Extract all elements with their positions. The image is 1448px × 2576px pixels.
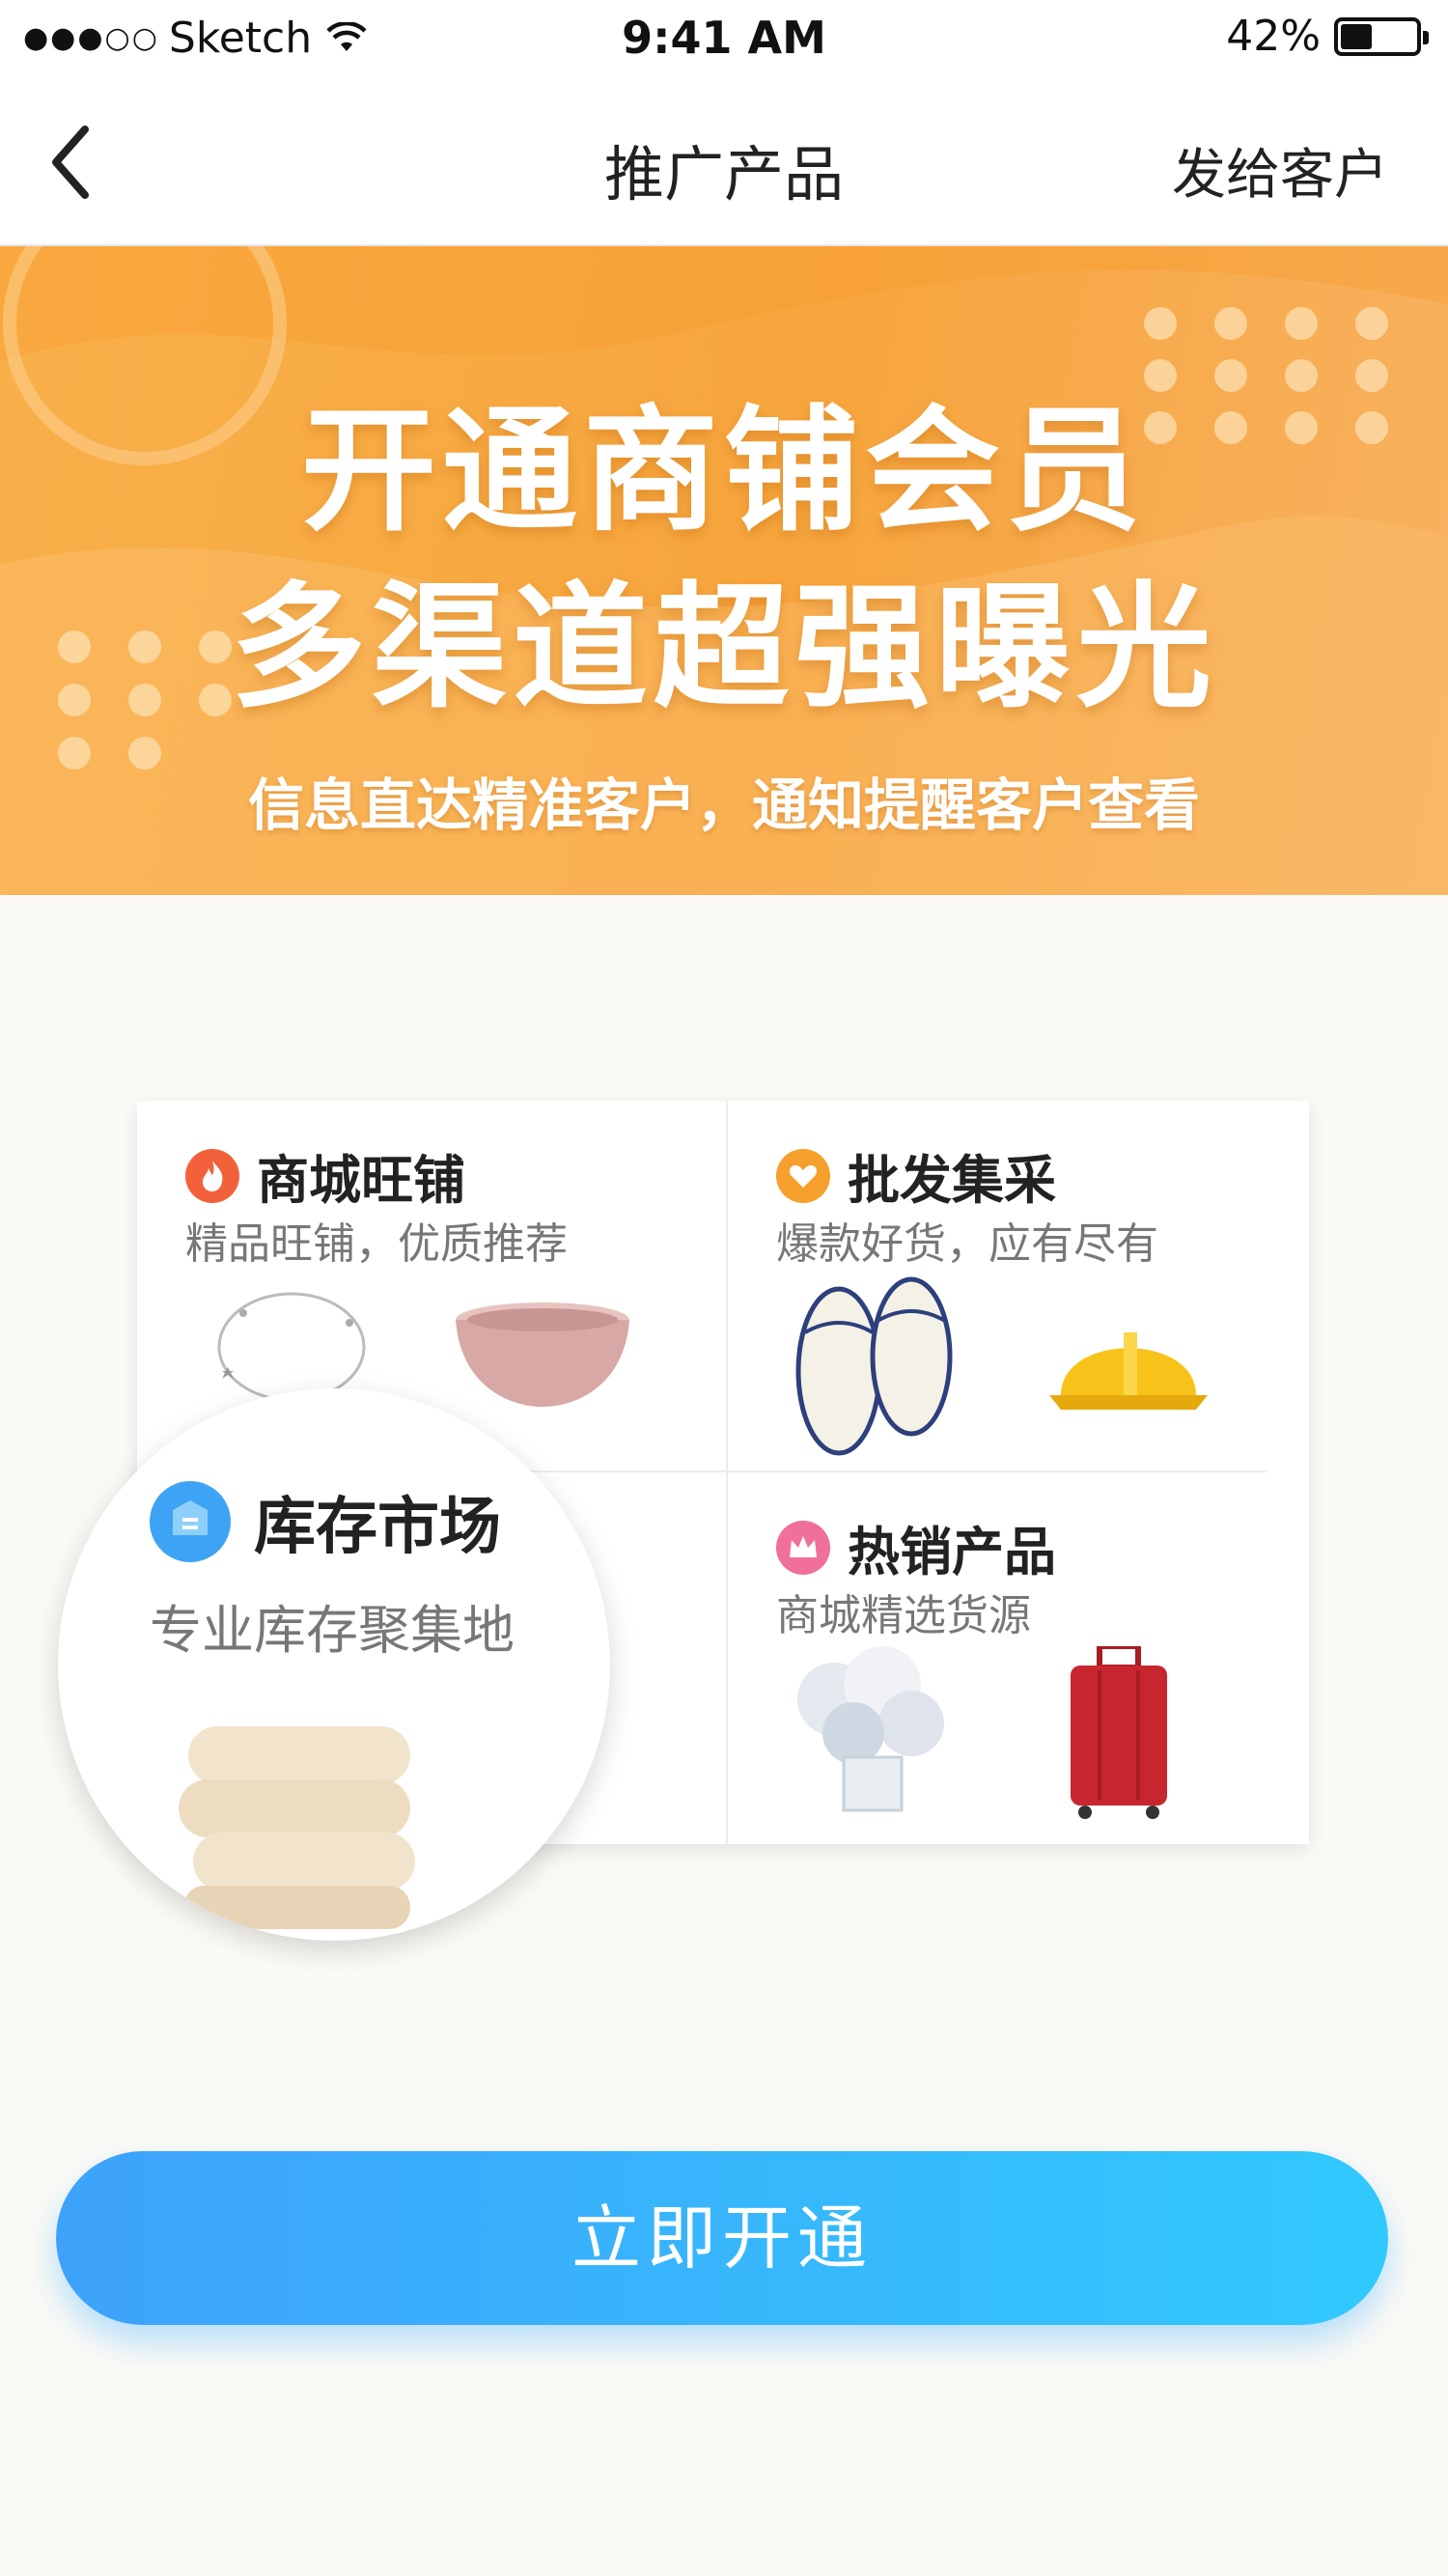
battery-icon [1334,16,1429,56]
feature-inventory-market[interactable]: 库存市场 专业库存聚集地 [58,1388,610,1941]
battery-level [1341,23,1372,49]
feature-title: 批发集采 [776,1137,1056,1214]
feature-mall-shop[interactable]: 商城旺铺 精品旺铺，优质推荐 [137,1101,697,1448]
feature-title-text: 热销产品 [848,1522,1056,1582]
feature-title: 库存市场 [150,1477,501,1566]
feature-subtitle: 爆款好货，应有尽有 [776,1219,1158,1269]
battery-percent: 42% [1226,12,1321,61]
status-bar: ●●●○○ Sketch 9:41 AM 42% [0,0,1448,79]
flame-icon [185,1148,239,1203]
quilt-image [179,1726,415,1929]
feature-subtitle: 商城精选货源 [776,1591,1031,1640]
feature-subtitle: 专业库存聚集地 [150,1600,515,1661]
slippers-image [795,1276,953,1456]
send-to-customer-button[interactable]: 发给客户 [1172,131,1388,210]
banner-headline-2: 多渠道超强曝光 [230,570,1217,727]
battery-tip [1423,30,1429,44]
banner-headline-1: 开通商铺会员 [300,393,1147,550]
banner-subline: 信息直达精准客户，通知提醒客户查看 [247,772,1200,838]
feature-title-text: 商城旺铺 [257,1150,465,1211]
inventory-icon [150,1481,231,1562]
status-right: 42% [1226,12,1429,61]
feature-title-text: 批发集采 [848,1150,1056,1211]
hard-hat-image [1049,1332,1208,1410]
crown-icon [776,1520,830,1575]
activate-now-button[interactable]: 立即开通 [56,2151,1388,2325]
feature-title: 商城旺铺 [185,1137,465,1214]
feature-hot-products[interactable]: 热销产品 商城精选货源 [728,1472,1288,1820]
suitcase-image [1071,1646,1167,1819]
pink-bowl-image [456,1302,629,1407]
feature-title: 热销产品 [776,1509,1056,1585]
heart-icon [776,1148,830,1203]
promo-banner: 开通商铺会员 多渠道超强曝光 信息直达精准客户，通知提醒客户查看 [0,246,1448,895]
feature-wholesale[interactable]: 批发集采 爆款好货，应有尽有 [728,1101,1288,1456]
feature-subtitle: 精品旺铺，优质推荐 [185,1219,568,1269]
nav-bar: 推广产品 发给客户 [0,79,1448,246]
feature-title-text: 库存市场 [254,1492,501,1563]
flowers-image [797,1646,944,1812]
